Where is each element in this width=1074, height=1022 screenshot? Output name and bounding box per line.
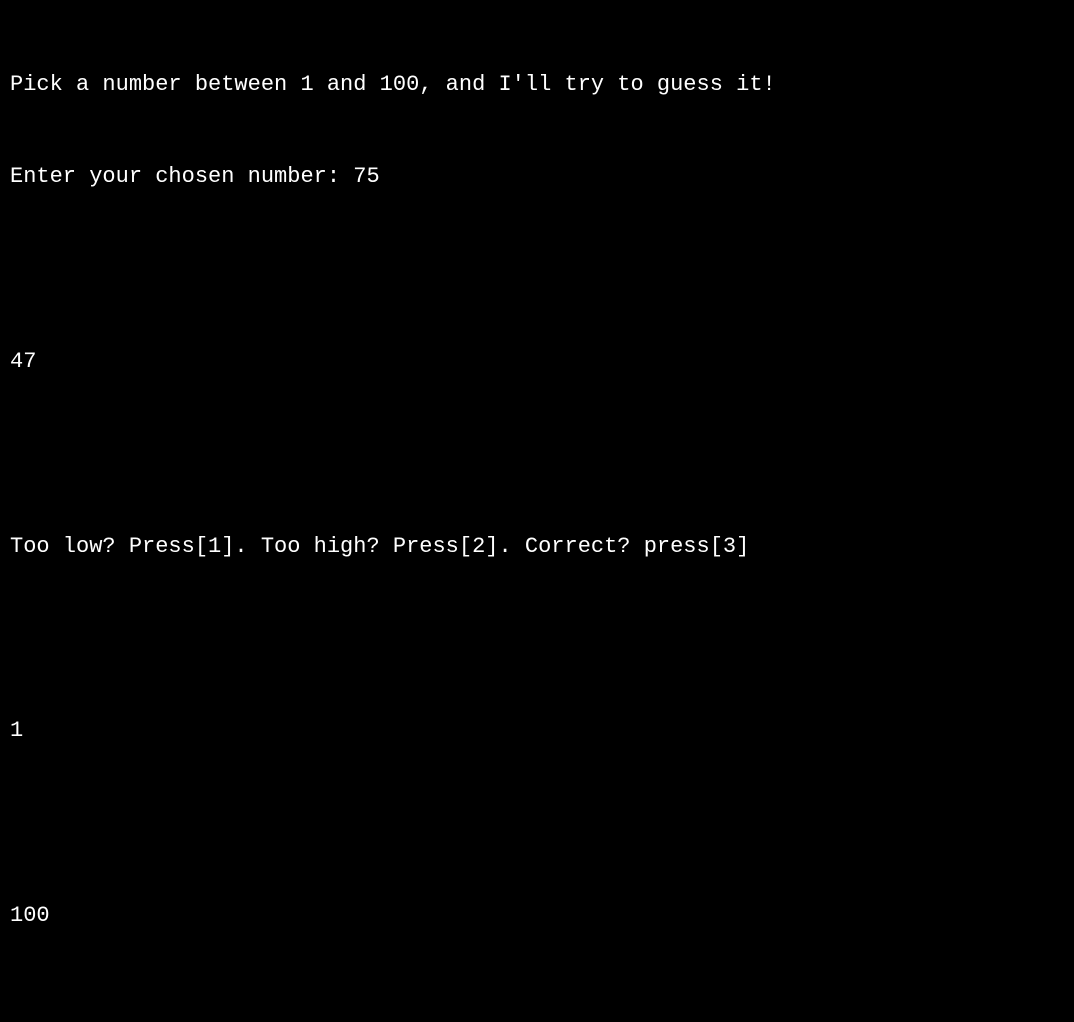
terminal-line-10: 100	[10, 901, 1064, 932]
terminal-line-2: Enter your chosen number: 75	[10, 162, 1064, 193]
terminal-line-6: Too low? Press[1]. Too high? Press[2]. C…	[10, 532, 1064, 563]
terminal-blank-3	[10, 624, 1064, 655]
terminal-output: Pick a number between 1 and 100, and I'l…	[10, 8, 1064, 1022]
terminal-blank-2	[10, 439, 1064, 470]
terminal-blank-5	[10, 994, 1064, 1022]
terminal-line-1: Pick a number between 1 and 100, and I'l…	[10, 70, 1064, 101]
terminal-line-4: 47	[10, 347, 1064, 378]
terminal-blank-4	[10, 809, 1064, 840]
terminal-line-8: 1	[10, 716, 1064, 747]
terminal-blank-1	[10, 254, 1064, 285]
